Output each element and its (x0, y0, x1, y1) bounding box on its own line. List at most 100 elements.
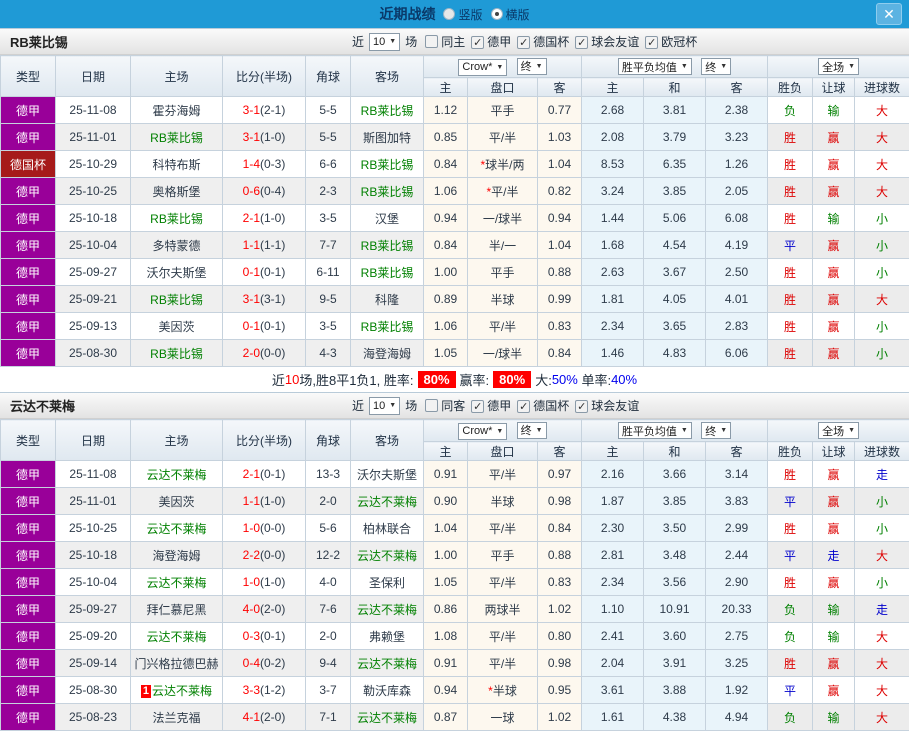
home-team: 1 云达不莱梅 (130, 676, 223, 704)
mean-odds-select[interactable]: 胜平负均值 (617, 58, 692, 75)
halftime-score: (0-1) (260, 319, 286, 333)
result-handicap: 赢 (812, 676, 856, 704)
fulltime-score: 2-0 (242, 346, 260, 360)
league-checkbox[interactable] (471, 400, 485, 413)
match-count-select[interactable]: 10 (369, 32, 401, 51)
away-team: 云达不莱梅 (350, 649, 424, 677)
away-team: 斯图加特 (350, 123, 424, 151)
result-value: 平 (784, 548, 797, 563)
result-value: 赢 (827, 184, 840, 199)
league-checkbox-label: 德国杯 (533, 35, 570, 49)
bookmaker-select[interactable]: Crow* (458, 58, 508, 76)
fulltime-score: 4-1 (242, 710, 260, 724)
league-badge: 德甲 (0, 339, 56, 367)
col-date: 日期 (55, 55, 131, 97)
match-count-select[interactable]: 10 (369, 396, 401, 415)
match-score: 3-1(1-0) (222, 123, 306, 151)
league-checkbox[interactable] (575, 400, 589, 413)
vertical-layout-radio[interactable] (443, 8, 456, 20)
result-value: 输 (827, 211, 840, 226)
crow-odds-away: 1.04 (536, 231, 583, 259)
mean-odds-away: 4.94 (705, 703, 769, 731)
result-handicap: 赢 (812, 339, 856, 367)
halftime-score: (3-1) (260, 292, 286, 306)
col-corners: 角球 (305, 419, 351, 461)
match-date: 25-11-08 (55, 460, 131, 488)
league-checkbox[interactable] (575, 36, 589, 49)
crow-odds-away: 1.03 (536, 123, 583, 151)
crow-odds-home: 1.00 (423, 258, 468, 286)
mean-odds-draw: 3.79 (643, 123, 707, 151)
league-badge: 德甲 (0, 514, 56, 542)
summary-text: 赢率: (459, 373, 490, 388)
result-value: 小 (876, 265, 889, 280)
result-wdl: 胜 (767, 649, 814, 677)
summary-text: 40% (611, 372, 638, 387)
mean-stage-select[interactable]: 终 (701, 58, 732, 75)
crow-handicap: 平手 (467, 258, 538, 286)
away-team-name: 云达不莱梅 (356, 548, 417, 563)
match-date: 25-08-30 (55, 339, 131, 367)
result-goals: 大 (854, 123, 909, 151)
result-value: 胜 (784, 656, 797, 671)
section-header: 云达不莱梅 近 10 场 同客 德甲 德国杯 球会友谊 (0, 392, 909, 419)
crow-odds-home: 1.08 (423, 622, 468, 650)
corners: 7-1 (305, 703, 351, 731)
mean-odds-away: 3.25 (705, 649, 769, 677)
match-date: 25-11-01 (55, 123, 131, 151)
scope-select[interactable]: 全场 (818, 58, 860, 75)
halftime-score: (0-0) (260, 346, 286, 360)
league-checkbox[interactable] (471, 36, 485, 49)
same-venue-checkbox[interactable] (425, 35, 439, 48)
crow-odds-home: 1.05 (423, 568, 468, 596)
mean-odds-select[interactable]: 胜平负均值 (617, 422, 692, 439)
mean-odds-away: 2.99 (705, 514, 769, 542)
match-count-value: 10 (373, 399, 386, 412)
bookmaker-select[interactable]: Crow* (458, 422, 508, 440)
result-value: 走 (827, 548, 840, 563)
mean-odds-draw: 3.91 (643, 649, 707, 677)
result-goals: 小 (854, 258, 909, 286)
mean-stage-select[interactable]: 终 (701, 422, 732, 439)
crow-odds-home: 0.86 (423, 595, 468, 623)
odds-stage-select[interactable]: 终 (516, 421, 547, 439)
mean-odds-away: 2.50 (705, 258, 769, 286)
bookmaker-value: Crow* (462, 61, 493, 73)
crow-handicap: 一球 (467, 703, 538, 731)
close-button[interactable]: ✕ (876, 3, 902, 25)
league-checkbox[interactable] (517, 400, 531, 413)
result-wdl: 平 (767, 487, 814, 515)
fulltime-score: 0-6 (242, 184, 260, 198)
match-score: 3-3(1-2) (222, 676, 306, 704)
match-row: 德甲 25-08-30 1 云达不莱梅 3-3(1-2) 3-7 勒沃库森 0.94 *半球 0.… (0, 676, 909, 704)
crow-odds-home: 1.04 (423, 514, 468, 542)
home-team-name: 霍芬海姆 (152, 103, 201, 118)
match-score: 4-1(2-0) (222, 703, 306, 731)
crow-odds-home: 1.12 (423, 96, 468, 124)
match-row: 德甲 25-11-01 美因茨 1-1(1-0) 2-0 云达不莱梅 0.90 半球 0.98 1… (0, 487, 909, 515)
crow-odds-group: Crow* 终 (422, 55, 583, 78)
mean-odds-away: 2.83 (705, 312, 769, 340)
team-name: RB莱比锡 (10, 35, 68, 50)
result-goals: 大 (854, 150, 909, 178)
league-checkbox[interactable] (645, 36, 659, 49)
result-value: 大 (876, 710, 889, 725)
filter-bar: 近 10 场 同主 德甲 德国杯 球会友谊 欧冠杯 (350, 32, 699, 51)
league-badge: 德甲 (0, 123, 56, 151)
odds-stage-select[interactable]: 终 (516, 57, 547, 75)
same-venue-checkbox[interactable] (425, 399, 439, 412)
match-date: 25-10-25 (55, 177, 131, 205)
match-date: 25-10-29 (55, 150, 131, 178)
league-checkbox[interactable] (517, 36, 531, 49)
fulltime-score: 1-0 (242, 575, 260, 589)
scope-select[interactable]: 全场 (818, 422, 860, 439)
away-team-name: 云达不莱梅 (356, 602, 417, 617)
away-team-name: 云达不莱梅 (356, 494, 417, 509)
halftime-score: (1-0) (260, 130, 286, 144)
crow-odds-home: 0.90 (423, 487, 468, 515)
result-wdl: 平 (767, 231, 814, 259)
result-wdl: 负 (767, 703, 814, 731)
horizontal-layout-radio[interactable] (490, 8, 503, 20)
home-team-name: RB莱比锡 (150, 292, 203, 307)
home-team-name: 门兴格拉德巴赫 (134, 656, 219, 671)
